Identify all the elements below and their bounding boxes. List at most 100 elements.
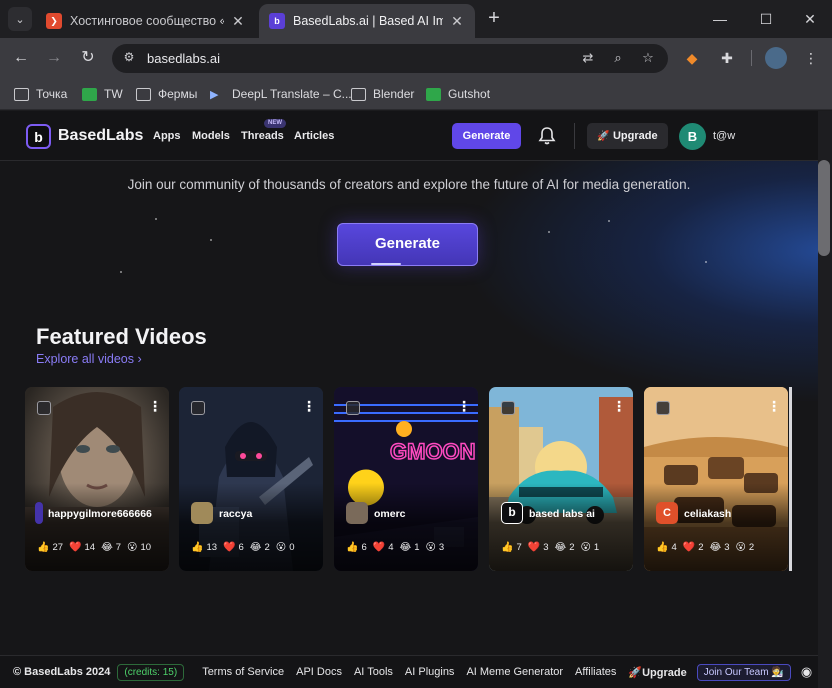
tab-hosting[interactable]: ❯ Хостинговое сообщество «Tim ✕ [36, 4, 256, 38]
profile-icon[interactable] [765, 47, 787, 69]
wow-icon[interactable]: 😮 [127, 542, 137, 553]
footer-link-affiliates[interactable]: Affiliates [575, 666, 616, 678]
address-bar[interactable]: ⚙ basedlabs.ai ⇄ ⌕ ☆ [112, 44, 668, 73]
video-type-icon [501, 401, 515, 415]
footer-link-ai-tools[interactable]: AI Tools [354, 666, 393, 678]
browser-menu-icon[interactable]: ⋮ [800, 47, 822, 69]
heart-icon[interactable]: ❤️ [223, 542, 235, 553]
reload-icon[interactable]: ↻ [76, 46, 100, 70]
join-team-button[interactable]: Join Our Team 🧑‍🔬 [696, 663, 791, 681]
user-avatar[interactable]: C [656, 502, 678, 524]
thumbs-up-icon[interactable]: 👍 [501, 542, 513, 553]
close-tab-icon[interactable]: ✕ [449, 13, 465, 30]
carousel-next-edge[interactable] [789, 387, 792, 571]
heart-icon[interactable]: ❤️ [528, 542, 540, 553]
user-avatar[interactable] [191, 502, 213, 524]
heart-icon[interactable]: ❤️ [683, 542, 695, 553]
thumbs-up-icon[interactable]: 👍 [191, 542, 203, 553]
card-username[interactable]: celiakash [684, 508, 731, 520]
maximize-icon[interactable]: ☐ [754, 8, 778, 30]
nav-apps[interactable]: Apps [153, 130, 181, 142]
laugh-icon[interactable]: 😂 [101, 542, 113, 553]
laugh-icon[interactable]: 😂 [400, 542, 412, 553]
bookmark-item[interactable]: Точка [14, 85, 67, 103]
scrollbar-thumb[interactable] [818, 160, 830, 256]
explore-all-videos-link[interactable]: Explore all videos › [36, 352, 142, 366]
bookmark-item[interactable]: Blender [351, 85, 414, 103]
wow-icon[interactable]: 😮 [425, 542, 435, 553]
user-avatar[interactable] [346, 502, 368, 524]
metamask-icon[interactable]: ◆ [681, 47, 703, 69]
bookmark-star-icon[interactable]: ☆ [638, 50, 658, 68]
bookmark-item[interactable]: Фермы [136, 85, 197, 103]
video-card[interactable]: ⋮ b based labs ai 👍 7 ❤️ 3 😂 2 😮 1 [489, 387, 633, 571]
wow-icon[interactable]: 😮 [276, 542, 286, 553]
more-options-icon[interactable]: ⋮ [148, 398, 162, 414]
brand-name[interactable]: BasedLabs [58, 127, 143, 145]
basedlabs-logo-icon[interactable]: b [26, 124, 51, 149]
footer-link-ai-plugins[interactable]: AI Plugins [405, 666, 455, 678]
close-window-icon[interactable]: ✕ [798, 8, 822, 30]
generate-button[interactable]: Generate [452, 123, 521, 149]
back-icon[interactable]: ← [9, 46, 33, 70]
minimize-icon[interactable]: — [708, 8, 732, 30]
footer-link-terms[interactable]: Terms of Service [202, 666, 284, 678]
more-options-icon[interactable]: ⋮ [612, 398, 626, 414]
bookmark-item[interactable]: Gutshot [426, 85, 490, 103]
card-username[interactable]: based labs ai [529, 508, 595, 520]
wow-icon[interactable]: 😮 [735, 542, 745, 553]
green-plus-icon [82, 87, 97, 101]
card-username[interactable]: omerc [374, 508, 406, 520]
laugh-icon[interactable]: 😂 [555, 542, 567, 553]
close-tab-icon[interactable]: ✕ [230, 13, 246, 30]
site-info-icon[interactable]: ⚙ [120, 50, 138, 68]
user-avatar[interactable]: b [501, 502, 523, 524]
green-plus-icon [426, 87, 441, 101]
card-username[interactable]: raccya [219, 508, 252, 520]
upgrade-button[interactable]: 🚀 Upgrade [587, 123, 668, 149]
url-text[interactable]: basedlabs.ai [147, 51, 220, 66]
laugh-count: 1 [414, 541, 420, 553]
bookmark-label: Blender [373, 87, 415, 101]
card-reactions: 👍 13 ❤️ 6 😂 2 😮 0 [191, 540, 301, 554]
footer-link-api[interactable]: API Docs [296, 666, 342, 678]
thumbs-up-icon[interactable]: 👍 [37, 542, 49, 553]
tab-search-button[interactable]: ⌄ [8, 7, 32, 31]
bookmark-item[interactable]: TW [82, 85, 123, 103]
wow-icon[interactable]: 😮 [580, 542, 590, 553]
more-options-icon[interactable]: ⋮ [457, 398, 471, 414]
tab-basedlabs[interactable]: b BasedLabs.ai | Based AI Image & ✕ [259, 4, 475, 38]
discord-icon[interactable]: ◉ [801, 664, 812, 680]
video-card[interactable]: ⋮ happygilmore666666 👍 27 ❤️ 14 😂 7 😮 10 [25, 387, 169, 571]
thumbs-up-icon[interactable]: 👍 [346, 542, 358, 553]
video-card[interactable]: GMOON ⋮ omerc 👍 6 ❤️ 4 😂 1 😮 3 [334, 387, 478, 571]
new-tab-button[interactable]: + [482, 7, 506, 31]
footer-link-meme-generator[interactable]: AI Meme Generator [466, 666, 563, 678]
more-options-icon[interactable]: ⋮ [767, 398, 781, 414]
heart-count: 14 [84, 541, 96, 553]
heart-icon[interactable]: ❤️ [69, 542, 81, 553]
more-options-icon[interactable]: ⋮ [302, 398, 316, 414]
hero-generate-button[interactable]: Generate [337, 223, 478, 266]
laugh-icon[interactable]: 😂 [710, 542, 722, 553]
nav-threads[interactable]: Threads [241, 130, 284, 142]
bookmark-item[interactable]: ▶ DeepL Translate – C... [210, 85, 352, 103]
forward-icon[interactable]: → [42, 46, 66, 70]
extensions-icon[interactable]: ✚ [716, 47, 738, 69]
heart-icon[interactable]: ❤️ [373, 542, 385, 553]
card-username[interactable]: happygilmore666666 [48, 508, 152, 520]
zoom-icon[interactable]: ⌕ [608, 50, 628, 68]
laugh-icon[interactable]: 😂 [250, 542, 262, 553]
avatar[interactable]: B [679, 123, 706, 150]
video-card[interactable]: ⋮ raccya 👍 13 ❤️ 6 😂 2 😮 0 [179, 387, 323, 571]
thumbs-up-icon[interactable]: 👍 [656, 542, 668, 553]
user-avatar[interactable] [35, 502, 43, 524]
footer-upgrade-link[interactable]: 🚀Upgrade [628, 666, 686, 679]
nav-models[interactable]: Models [192, 130, 230, 142]
user-name[interactable]: t@w [713, 130, 735, 142]
translate-icon[interactable]: ⇄ [578, 50, 598, 68]
nav-articles[interactable]: Articles [294, 130, 334, 142]
video-card[interactable]: ⋮ C celiakash 👍 4 ❤️ 2 😂 3 😮 2 [644, 387, 788, 571]
bell-icon[interactable] [538, 126, 556, 146]
credits-badge[interactable]: (credits: 15) [117, 663, 185, 681]
